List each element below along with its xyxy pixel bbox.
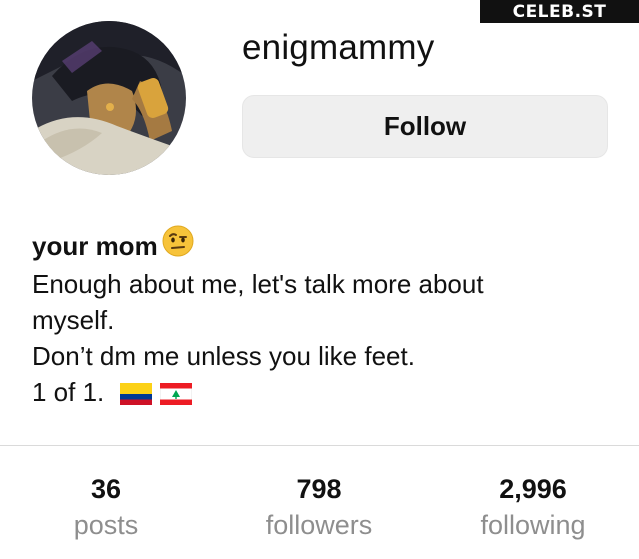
stat-following[interactable]: 2,996 following	[458, 472, 608, 544]
raised-eyebrow-face-icon	[162, 225, 194, 266]
stat-following-label: following	[480, 510, 586, 540]
profile-username: enigmammy	[242, 28, 435, 67]
bio-line-2: myself.	[32, 305, 115, 335]
stat-following-value: 2,996	[499, 474, 567, 504]
bio-name-row: your mom	[32, 225, 612, 266]
avatar-image	[32, 21, 186, 175]
bio-line-4-row: 1 of 1.	[32, 374, 612, 410]
bio-display-name: your mom	[32, 230, 158, 261]
bio-line-3: Don’t dm me unless you like feet.	[32, 341, 415, 371]
bio-line-4: 1 of 1.	[32, 377, 105, 407]
follow-button[interactable]: Follow	[242, 95, 608, 158]
stat-posts[interactable]: 36 posts	[46, 472, 166, 544]
divider	[0, 445, 639, 446]
stat-posts-value: 36	[90, 474, 122, 504]
flags-row	[119, 383, 192, 406]
bio-line-1: Enough about me, let's talk more about	[32, 269, 484, 299]
colombia-flag-icon	[119, 383, 152, 406]
lebanon-flag-icon	[159, 383, 192, 406]
stat-followers[interactable]: 798 followers	[244, 472, 394, 544]
profile-bio: your mom Enough about me, let's talk mor…	[32, 225, 612, 410]
stat-followers-label: followers	[265, 510, 373, 540]
stat-followers-value: 798	[296, 474, 342, 504]
watermark-badge: CELEB.ST	[480, 0, 639, 23]
stat-posts-label: posts	[73, 510, 139, 540]
avatar[interactable]	[32, 21, 186, 175]
